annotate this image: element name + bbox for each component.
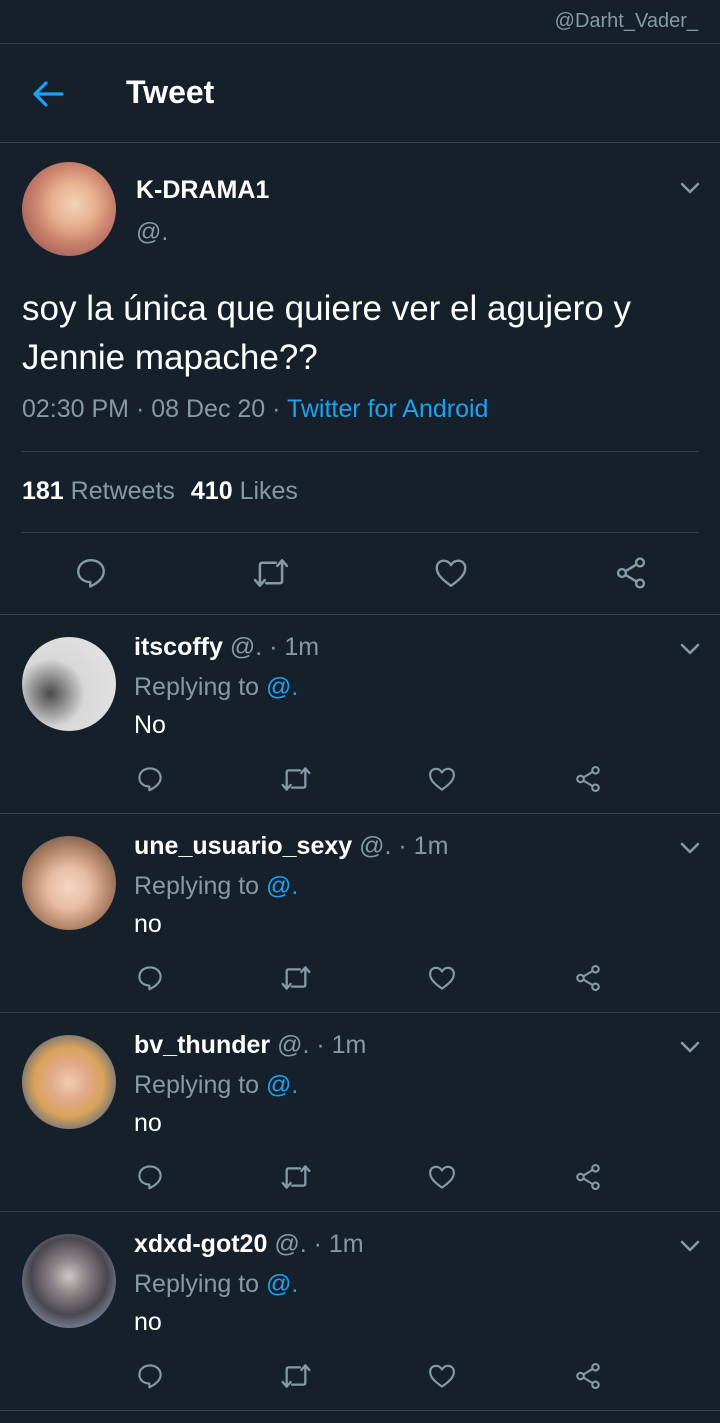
retweet-icon xyxy=(281,1364,311,1388)
like-button[interactable] xyxy=(424,1159,460,1195)
replying-to-link[interactable]: @. xyxy=(266,1270,298,1298)
header-divider xyxy=(0,142,720,143)
replying-to: Replying to @. xyxy=(134,673,299,701)
retweet-icon xyxy=(281,966,311,990)
retweet-icon xyxy=(253,559,289,587)
replying-to: Replying to @. xyxy=(134,872,299,900)
reply-item[interactable]: xdxd-got20 @. · 1m Replying to @. no xyxy=(0,1212,720,1410)
author-handle[interactable]: @. xyxy=(136,218,168,247)
share-button[interactable] xyxy=(570,1159,606,1195)
like-button[interactable] xyxy=(424,761,460,797)
reply-author-name[interactable]: xdxd-got20 xyxy=(134,1230,267,1258)
retweets-stat[interactable]: 181 Retweets xyxy=(22,477,175,505)
reply-author-name[interactable]: bv_thunder xyxy=(134,1031,270,1059)
share-icon xyxy=(576,765,600,793)
share-icon xyxy=(576,1362,600,1390)
header: Tweet xyxy=(0,44,720,142)
arrow-left-icon xyxy=(33,81,64,107)
chevron-down-icon[interactable] xyxy=(678,1035,702,1059)
like-icon xyxy=(435,559,467,587)
like-button[interactable] xyxy=(424,1358,460,1394)
reply-icon xyxy=(138,767,162,792)
retweet-icon xyxy=(281,767,311,791)
back-button[interactable] xyxy=(30,76,66,112)
reply-author-handle[interactable]: @. · 1m xyxy=(277,1031,366,1059)
retweet-button[interactable] xyxy=(278,761,314,797)
reply-author-handle[interactable]: @. · 1m xyxy=(230,633,319,661)
avatar[interactable] xyxy=(22,162,116,256)
reply-text: No xyxy=(134,711,166,739)
reply-button[interactable] xyxy=(132,761,168,797)
chevron-down-icon[interactable] xyxy=(678,1234,702,1258)
divider xyxy=(22,451,698,452)
reply-text: no xyxy=(134,1308,162,1336)
reply-author-name[interactable]: itscoffy xyxy=(134,633,223,661)
reply-item[interactable]: une_usuario_sexy @. · 1m Replying to @. … xyxy=(0,814,720,1012)
reply-author-handle[interactable]: @. · 1m xyxy=(359,832,448,860)
replying-to-link[interactable]: @. xyxy=(266,673,298,701)
replying-to-link[interactable]: @. xyxy=(266,872,298,900)
tweet-date: 08 Dec 20 xyxy=(151,395,266,423)
avatar[interactable] xyxy=(22,637,116,731)
reply-icon xyxy=(138,1165,162,1190)
tweet-source[interactable]: Twitter for Android xyxy=(287,395,488,423)
retweet-button[interactable] xyxy=(278,960,314,996)
retweet-button[interactable] xyxy=(278,1358,314,1394)
like-button[interactable] xyxy=(424,960,460,996)
chevron-down-icon[interactable] xyxy=(678,637,702,661)
share-button[interactable] xyxy=(570,1358,606,1394)
like-icon xyxy=(429,1364,455,1388)
like-icon xyxy=(429,1165,455,1189)
avatar[interactable] xyxy=(22,1035,116,1129)
tweet-stats: 181 Retweets 410 Likes xyxy=(22,477,298,506)
share-icon xyxy=(616,557,646,589)
page-title: Tweet xyxy=(126,74,215,110)
divider xyxy=(0,1410,720,1411)
like-icon xyxy=(429,966,455,990)
retweet-icon xyxy=(281,1165,311,1189)
tweet-meta: 02:30 PM · 08 Dec 20 · Twitter for Andro… xyxy=(22,395,489,423)
author-name[interactable]: K-DRAMA1 xyxy=(136,176,269,205)
reply-item[interactable]: itscoffy @. · 1m Replying to @. No xyxy=(0,615,720,813)
retweet-button[interactable] xyxy=(250,552,292,594)
share-icon xyxy=(576,964,600,992)
replying-to-link[interactable]: @. xyxy=(266,1071,298,1099)
share-icon xyxy=(576,1163,600,1191)
reply-icon xyxy=(138,1364,162,1389)
reply-icon xyxy=(77,559,105,588)
reply-button[interactable] xyxy=(70,552,112,594)
like-button[interactable] xyxy=(430,552,472,594)
chevron-down-icon[interactable] xyxy=(678,176,702,200)
avatar[interactable] xyxy=(22,836,116,930)
tweet-text: soy la única que quiere ver el agujero y… xyxy=(22,289,631,377)
share-button[interactable] xyxy=(570,761,606,797)
share-button[interactable] xyxy=(610,552,652,594)
like-icon xyxy=(429,767,455,791)
reply-author-name[interactable]: une_usuario_sexy xyxy=(134,832,352,860)
reply-button[interactable] xyxy=(132,1358,168,1394)
avatar[interactable] xyxy=(22,1234,116,1328)
share-button[interactable] xyxy=(570,960,606,996)
reply-text: no xyxy=(134,910,162,938)
tweet-time: 02:30 PM xyxy=(22,395,130,423)
replying-to: Replying to @. xyxy=(134,1270,299,1298)
retweet-button[interactable] xyxy=(278,1159,314,1195)
reply-button[interactable] xyxy=(132,960,168,996)
watermark: @Darht_Vader_ xyxy=(554,10,698,32)
reply-author-handle[interactable]: @. · 1m xyxy=(274,1230,363,1258)
reply-item[interactable]: bv_thunder @. · 1m Replying to @. no xyxy=(0,1013,720,1211)
reply-text: no xyxy=(134,1109,162,1137)
reply-icon xyxy=(138,966,162,991)
replying-to: Replying to @. xyxy=(134,1071,299,1099)
likes-stat[interactable]: 410 Likes xyxy=(191,477,298,505)
reply-button[interactable] xyxy=(132,1159,168,1195)
divider xyxy=(22,532,698,533)
chevron-down-icon[interactable] xyxy=(678,836,702,860)
